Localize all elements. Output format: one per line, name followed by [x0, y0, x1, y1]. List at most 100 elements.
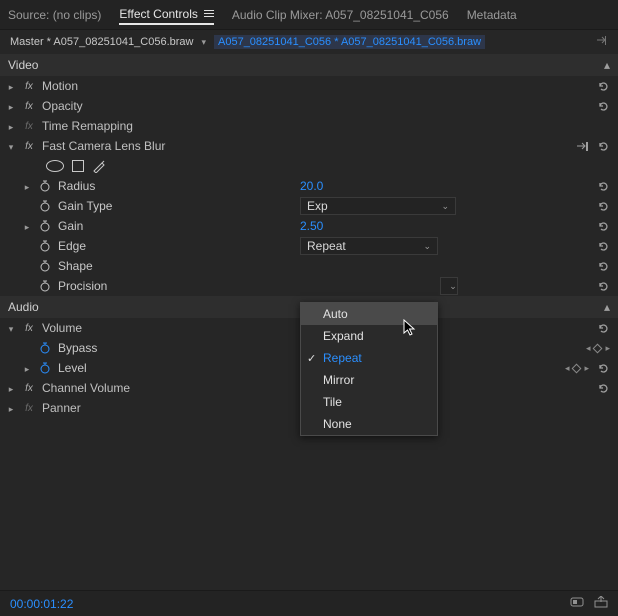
reset-icon[interactable]: [597, 200, 610, 213]
timecode-display[interactable]: 00:00:01:22: [10, 597, 73, 611]
param-radius-row[interactable]: Radius 20.0: [0, 176, 618, 196]
keyframe-nav: ◂ ▸: [586, 343, 610, 354]
effect-label: Panner: [42, 401, 81, 415]
twirl-icon[interactable]: [22, 179, 32, 193]
master-clip-label[interactable]: Master * A057_08251041_C056.braw: [10, 36, 193, 48]
dropdown-option-auto[interactable]: Auto: [301, 303, 437, 325]
section-label: Audio: [8, 300, 39, 314]
tab-audio-mixer[interactable]: Audio Clip Mixer: A057_08251041_C056: [232, 8, 449, 22]
dropdown-option-repeat[interactable]: ✓Repeat: [301, 347, 437, 369]
fx-badge-icon[interactable]: fx: [22, 121, 36, 132]
add-keyframe-icon[interactable]: [593, 343, 603, 353]
param-label: Procision: [58, 279, 107, 293]
panel-tabbar: Source: (no clips) Effect Controls Audio…: [0, 0, 618, 30]
stopwatch-icon[interactable]: [38, 342, 52, 354]
effect-lens-blur-row[interactable]: fx Fast Camera Lens Blur: [0, 136, 618, 156]
stopwatch-icon[interactable]: [38, 260, 52, 272]
twirl-icon[interactable]: [22, 219, 32, 233]
effect-time-remapping-row[interactable]: fx Time Remapping: [0, 116, 618, 136]
collapse-triangle-icon[interactable]: ▴: [604, 300, 610, 314]
effect-label: Volume: [42, 321, 82, 335]
twirl-icon[interactable]: [6, 79, 16, 93]
param-gain-row[interactable]: Gain 2.50: [0, 216, 618, 236]
dropdown-option-none[interactable]: None: [301, 413, 437, 435]
dropdown-option-mirror[interactable]: Mirror: [301, 369, 437, 391]
fx-badge-icon[interactable]: fx: [22, 403, 36, 414]
video-section-header[interactable]: Video ▴: [0, 54, 618, 76]
pen-mask-icon[interactable]: [92, 159, 106, 173]
reset-icon[interactable]: [597, 382, 610, 395]
twirl-icon[interactable]: [6, 139, 16, 153]
rect-mask-icon[interactable]: [72, 160, 84, 172]
fx-badge-icon[interactable]: fx: [22, 323, 36, 334]
reset-icon[interactable]: [597, 322, 610, 335]
hamburger-icon[interactable]: [204, 10, 214, 17]
reset-icon[interactable]: [597, 80, 610, 93]
chevron-down-icon: ⌄: [449, 281, 457, 292]
next-keyframe-icon[interactable]: ▸: [584, 363, 589, 374]
effect-motion-row[interactable]: fx Motion: [0, 76, 618, 96]
toggle-track-icon[interactable]: [570, 596, 584, 611]
pin-icon[interactable]: [576, 141, 589, 152]
stopwatch-icon[interactable]: [38, 220, 52, 232]
stopwatch-icon[interactable]: [38, 180, 52, 192]
param-label: Gain: [58, 219, 83, 233]
reset-icon[interactable]: [597, 362, 610, 375]
effect-opacity-row[interactable]: fx Opacity: [0, 96, 618, 116]
twirl-icon[interactable]: [6, 119, 16, 133]
reset-icon[interactable]: [597, 280, 610, 293]
effect-label: Channel Volume: [42, 381, 130, 395]
reset-icon[interactable]: [597, 100, 610, 113]
ellipse-mask-icon[interactable]: [46, 160, 64, 172]
radius-value[interactable]: 20.0: [300, 179, 323, 193]
param-shape-row[interactable]: Shape: [0, 256, 618, 276]
param-procision-row[interactable]: Procision ⌄: [0, 276, 618, 296]
reset-icon[interactable]: [597, 260, 610, 273]
param-label: Shape: [58, 259, 93, 273]
select-value: Exp: [307, 199, 328, 213]
reset-icon[interactable]: [597, 140, 610, 153]
stopwatch-icon[interactable]: [38, 240, 52, 252]
export-icon[interactable]: [594, 596, 608, 611]
chevron-down-icon[interactable]: [201, 36, 206, 48]
prev-keyframe-icon[interactable]: ◂: [586, 343, 591, 354]
next-keyframe-icon[interactable]: ▸: [605, 343, 610, 354]
panel-footer: 00:00:01:22: [0, 590, 618, 616]
fx-badge-icon[interactable]: fx: [22, 81, 36, 92]
stopwatch-icon[interactable]: [38, 362, 52, 374]
tab-effect-controls[interactable]: Effect Controls: [119, 7, 213, 25]
effect-controls-panel: Master * A057_08251041_C056.braw A057_08…: [0, 30, 618, 590]
stopwatch-icon[interactable]: [38, 280, 52, 292]
check-icon: ✓: [307, 352, 316, 365]
reset-icon[interactable]: [597, 220, 610, 233]
dropdown-option-tile[interactable]: Tile: [301, 391, 437, 413]
twirl-icon[interactable]: [22, 361, 32, 375]
reset-icon[interactable]: [597, 180, 610, 193]
edge-select[interactable]: Repeat ⌄: [300, 237, 438, 255]
param-label: Level: [58, 361, 87, 375]
twirl-icon[interactable]: [6, 321, 16, 335]
add-keyframe-icon[interactable]: [572, 363, 582, 373]
twirl-icon[interactable]: [6, 381, 16, 395]
procision-select[interactable]: ⌄: [440, 277, 458, 295]
param-gain-type-row[interactable]: Gain Type Exp ⌄: [0, 196, 618, 216]
gain-value[interactable]: 2.50: [300, 219, 323, 233]
tab-metadata[interactable]: Metadata: [467, 8, 517, 22]
reset-icon[interactable]: [597, 240, 610, 253]
fx-badge-icon[interactable]: fx: [22, 101, 36, 112]
gain-type-select[interactable]: Exp ⌄: [300, 197, 456, 215]
collapse-triangle-icon[interactable]: ▴: [604, 58, 610, 72]
sequence-clip-label[interactable]: A057_08251041_C056 * A057_08251041_C056.…: [214, 35, 485, 49]
param-edge-row[interactable]: Edge Repeat ⌄: [0, 236, 618, 256]
fx-badge-icon[interactable]: fx: [22, 383, 36, 394]
twirl-icon[interactable]: [6, 99, 16, 113]
go-to-clip-icon[interactable]: [597, 35, 608, 49]
twirl-icon[interactable]: [6, 401, 16, 415]
fx-badge-icon[interactable]: fx: [22, 141, 36, 152]
tab-label: Effect Controls: [119, 7, 197, 21]
effect-label: Motion: [42, 79, 78, 93]
tab-source[interactable]: Source: (no clips): [8, 8, 101, 22]
stopwatch-icon[interactable]: [38, 200, 52, 212]
dropdown-option-expand[interactable]: Expand: [301, 325, 437, 347]
prev-keyframe-icon[interactable]: ◂: [565, 363, 570, 374]
